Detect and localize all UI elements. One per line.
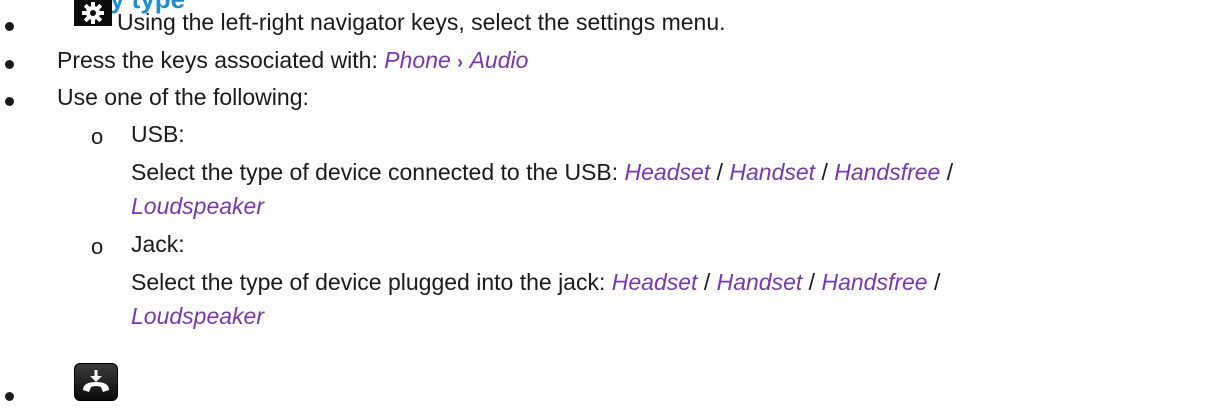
device-separator: / [716, 159, 723, 185]
option-usb-label: USB: [131, 121, 185, 147]
bullet-dot [5, 60, 14, 69]
option-jack-label: Jack: [131, 231, 185, 257]
sub-bullet-marker: o [91, 124, 104, 149]
hang-up-key-icon [74, 363, 118, 401]
device-separator: / [703, 269, 711, 295]
step-prefix: Press the keys associated with: [57, 47, 378, 73]
menu-path-audio: Audio [469, 47, 529, 73]
step-text: Press the keys associated with: Phone › … [57, 47, 528, 76]
option-usb-description: Select the type of device connected to t… [131, 159, 953, 186]
device-loudspeaker: Loudspeaker [131, 193, 264, 219]
option-description-text: Select the type of device connected to t… [131, 159, 619, 185]
bullet-dot [5, 392, 14, 401]
bullet-dot [5, 22, 14, 31]
device-loudspeaker: Loudspeaker [131, 303, 264, 329]
step-text: Use one of the following: [57, 84, 309, 110]
chevron-right-icon: › [457, 52, 464, 72]
device-separator: / [808, 269, 816, 295]
step-text: Using the left-right navigator keys, sel… [117, 9, 726, 35]
device-headset: Headset [624, 159, 711, 185]
device-handsfree: Handsfree [821, 269, 928, 295]
bullet-dot [5, 97, 14, 106]
sub-bullet-marker: o [91, 234, 104, 259]
device-separator: / [946, 159, 954, 185]
device-handset: Handset [716, 269, 803, 295]
device-headset: Headset [611, 269, 698, 295]
device-separator: / [933, 269, 941, 295]
option-description-text: Select the type of device plugged into t… [131, 269, 606, 295]
option-jack-description: Select the type of device plugged into t… [131, 269, 940, 296]
device-handset: Handset [729, 159, 816, 185]
device-handsfree: Handsfree [834, 159, 941, 185]
menu-path-phone: Phone [384, 47, 451, 73]
device-separator: / [821, 159, 828, 185]
settings-gear-key-icon [74, 0, 112, 26]
